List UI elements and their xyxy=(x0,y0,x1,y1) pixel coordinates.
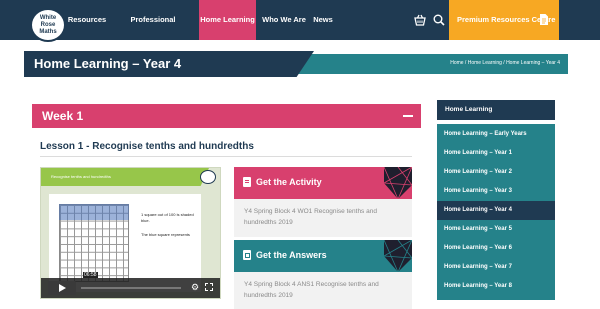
nav-resources[interactable]: Resources xyxy=(66,0,108,40)
fullscreen-icon[interactable] xyxy=(205,283,213,291)
breadcrumb[interactable]: Home / Home Learning / Home Learning – Y… xyxy=(450,60,560,66)
video-slide-text-2: The blue square represents xyxy=(141,232,190,237)
logo-line-1: White xyxy=(39,14,57,21)
logo-line-2: Rose xyxy=(40,21,56,28)
activity-card-body[interactable]: Y4 Spring Block 4 WO1 Recognise tenths a… xyxy=(234,199,412,237)
video-slide-title: Recognise tenths and hundredths xyxy=(51,174,111,179)
sidebar-menu: Home Learning – Early Years Home Learnin… xyxy=(437,124,555,300)
collapse-icon[interactable] xyxy=(403,115,413,117)
nav-news[interactable]: News xyxy=(310,0,336,40)
get-activity-button[interactable]: Get the Activity xyxy=(234,167,412,199)
nav-home-learning[interactable]: Home Learning xyxy=(199,0,256,40)
answers-file-name[interactable]: Y4 Spring Block 4 ANS1 Recognise tenths … xyxy=(244,279,402,301)
get-answers-label: Get the Answers xyxy=(256,250,327,260)
video-slide-text-1: 1 square out of 100 is shaded blue. xyxy=(141,212,194,223)
geometric-decoration-icon xyxy=(383,240,412,272)
shaded-rows xyxy=(59,204,129,220)
video-timestamp: 06:58 xyxy=(83,272,98,278)
logo-line-3: Maths xyxy=(39,28,57,35)
sidebar-item-year-8[interactable]: Home Learning – Year 8 xyxy=(437,277,555,296)
lesson-title: Lesson 1 - Recognise tenths and hundredt… xyxy=(40,141,254,152)
answers-icon xyxy=(243,250,251,260)
lesson-video-player[interactable]: Recognise tenths and hundredths 1 square… xyxy=(40,167,221,299)
basket-icon[interactable] xyxy=(413,13,427,27)
answers-card-body[interactable]: Y4 Spring Block 4 ANS1 Recognise tenths … xyxy=(234,272,412,309)
document-icon xyxy=(540,14,548,25)
white-rose-maths-logo[interactable]: White Rose Maths xyxy=(30,8,66,42)
page-title: Home Learning – Year 4 xyxy=(34,56,182,71)
premium-resources-button[interactable]: Premium Resources Centre xyxy=(449,0,559,40)
divider xyxy=(40,156,412,157)
activity-file-name[interactable]: Y4 Spring Block 4 WO1 Recognise tenths a… xyxy=(244,206,402,228)
white-rose-badge-icon xyxy=(200,170,216,184)
search-icon[interactable] xyxy=(432,13,446,27)
get-activity-label: Get the Activity xyxy=(256,177,322,187)
play-button[interactable] xyxy=(48,281,76,295)
top-navigation: White Rose Maths Resources Professional … xyxy=(0,0,600,64)
week-accordion-header[interactable]: Week 1 xyxy=(32,104,421,128)
get-answers-button[interactable]: Get the Answers xyxy=(234,240,412,272)
week-title: Week 1 xyxy=(42,109,84,123)
sidebar-item-year-1[interactable]: Home Learning – Year 1 xyxy=(437,144,555,163)
sidebar-item-early-years[interactable]: Home Learning – Early Years xyxy=(437,125,555,144)
worksheet-icon xyxy=(243,177,251,187)
sidebar-heading[interactable]: Home Learning xyxy=(437,100,555,120)
sidebar-item-year-3[interactable]: Home Learning – Year 3 xyxy=(437,182,555,201)
sidebar-item-year-5[interactable]: Home Learning – Year 5 xyxy=(437,220,555,239)
geometric-decoration-icon xyxy=(383,167,412,199)
video-progress-bar[interactable] xyxy=(81,287,181,289)
sidebar-item-year-7[interactable]: Home Learning – Year 7 xyxy=(437,258,555,277)
nav-who-we-are[interactable]: Who We Are xyxy=(259,0,309,40)
sidebar-item-year-2[interactable]: Home Learning – Year 2 xyxy=(437,163,555,182)
settings-gear-icon[interactable]: ⚙ xyxy=(191,282,199,293)
nav-professional-development[interactable]: Professional Development xyxy=(110,0,196,64)
sidebar-item-year-6[interactable]: Home Learning – Year 6 xyxy=(437,239,555,258)
video-controls: 06:58 ⚙ xyxy=(41,272,220,298)
sidebar-item-year-4[interactable]: Home Learning – Year 4 xyxy=(437,201,555,220)
video-slide-header: Recognise tenths and hundredths xyxy=(41,168,209,186)
